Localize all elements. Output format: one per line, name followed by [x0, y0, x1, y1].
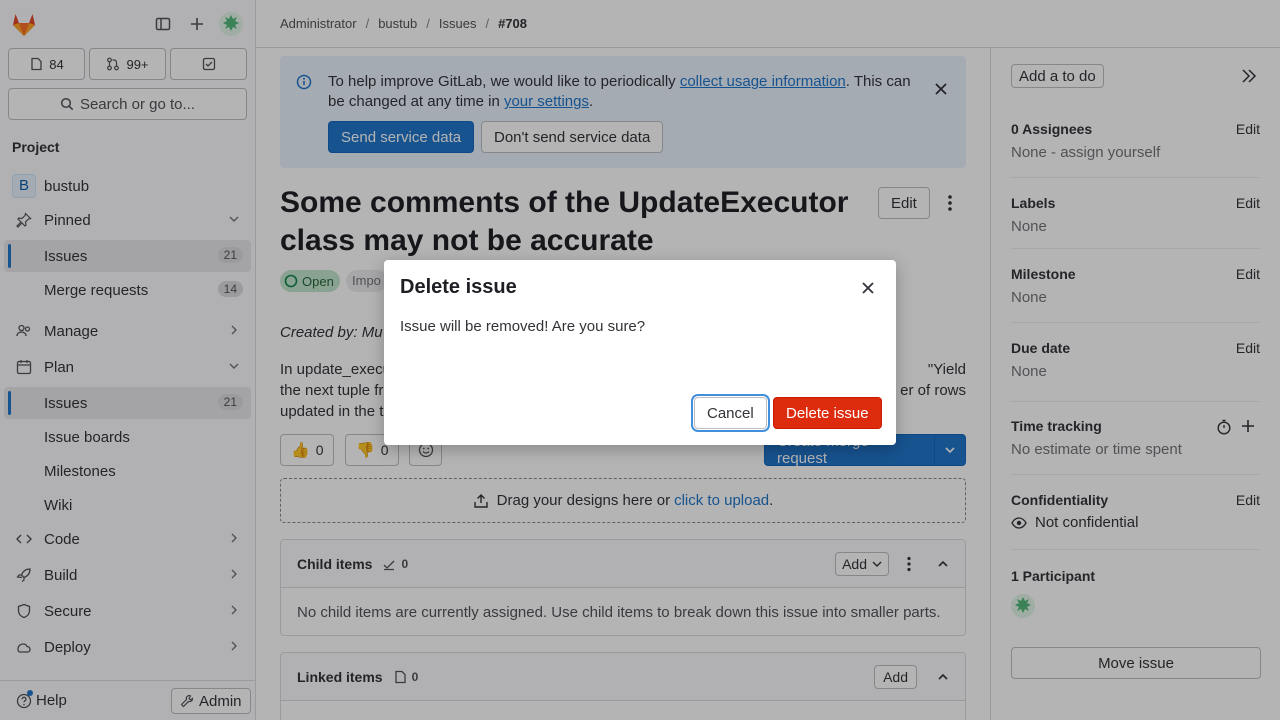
delete-issue-modal: Delete issue Issue will be removed! Are … [384, 260, 896, 445]
modal-title: Delete issue [400, 276, 517, 298]
modal-body-text: Issue will be removed! Are you sure? [400, 318, 646, 335]
cancel-button[interactable]: Cancel [694, 397, 767, 429]
close-icon[interactable] [862, 282, 874, 294]
delete-issue-button[interactable]: Delete issue [773, 397, 882, 429]
